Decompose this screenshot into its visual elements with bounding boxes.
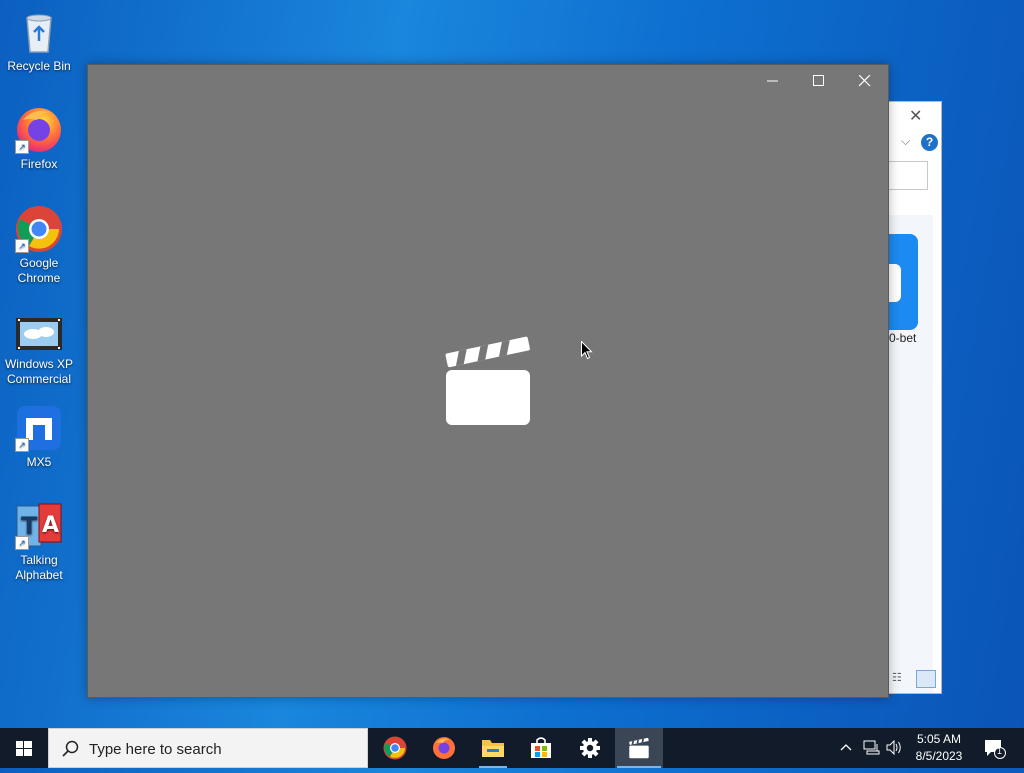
- taskbar-store[interactable]: [517, 728, 565, 768]
- preview-view-icon[interactable]: [916, 670, 936, 688]
- windows-logo-icon: [16, 741, 32, 756]
- details-view-icon[interactable]: ☷: [892, 671, 902, 684]
- desktop-icon-label: Talking Alphabet: [15, 553, 63, 582]
- clock-time: 5:05 AM: [916, 732, 962, 746]
- taskbar-settings[interactable]: [566, 728, 614, 768]
- help-icon[interactable]: ?: [921, 134, 938, 151]
- desktop-icon-label: Firefox: [20, 157, 58, 171]
- desktop-icon-firefox[interactable]: ↗ Firefox: [4, 106, 74, 172]
- text-field[interactable]: [889, 161, 928, 190]
- desktop-icon-google-chrome[interactable]: ↗ Google Chrome: [4, 205, 74, 286]
- shortcut-arrow-icon: ↗: [15, 536, 29, 550]
- background-dialog-window[interactable]: ✕ ⌵ ? 0-bet ☷: [888, 101, 942, 694]
- desktop-icon-label: Recycle Bin: [7, 59, 71, 73]
- store-icon: [531, 737, 551, 758]
- settings-icon: [580, 738, 600, 758]
- speaker-icon: [886, 740, 901, 755]
- maximize-icon: [813, 75, 824, 86]
- desktop-icon-label: Windows XP Commercial: [4, 357, 74, 386]
- svg-text:A: A: [42, 513, 59, 538]
- clock[interactable]: 5:05 AM 8/5/2023: [905, 731, 973, 765]
- file-tile-inner: [889, 264, 901, 302]
- close-button[interactable]: [842, 65, 888, 97]
- chevron-down-icon[interactable]: ⌵: [901, 134, 910, 149]
- taskbar-movies-tv[interactable]: [615, 728, 663, 768]
- shortcut-arrow-icon: ↗: [15, 438, 29, 452]
- taskbar-file-explorer[interactable]: [469, 728, 517, 768]
- network-icon: [863, 740, 880, 755]
- desktop-icon-mx5[interactable]: ↗ MX5: [4, 404, 74, 470]
- file-tile-label: 0-bet: [889, 331, 917, 345]
- notification-count: 1: [997, 746, 1003, 756]
- search-icon: [62, 740, 79, 757]
- desktop-icon-recycle-bin[interactable]: Recycle Bin: [4, 8, 74, 74]
- chrome-icon: ↗: [15, 205, 63, 253]
- firefox-icon: [433, 737, 455, 759]
- network-button[interactable]: [861, 728, 881, 768]
- search-placeholder: Type here to search: [89, 741, 222, 758]
- recycle-bin-icon: [15, 8, 63, 56]
- chrome-icon: [383, 736, 407, 760]
- volume-button[interactable]: [884, 728, 904, 768]
- mouse-cursor-icon: [581, 340, 593, 365]
- clock-date: 8/5/2023: [915, 749, 963, 763]
- show-hidden-icons-button[interactable]: [838, 728, 854, 768]
- taskbar: Type here to search 5:05 AM 8/5/2023 1: [0, 728, 1024, 768]
- taskbar-chrome[interactable]: [371, 728, 419, 768]
- file-tile-icon[interactable]: [889, 234, 918, 330]
- desktop-icon-label: MX5: [26, 455, 52, 469]
- maximize-button[interactable]: [796, 65, 842, 97]
- minimize-icon: [767, 80, 778, 82]
- close-icon[interactable]: ✕: [909, 106, 922, 126]
- minimize-button[interactable]: [750, 65, 796, 97]
- video-file-icon: [15, 314, 63, 354]
- maxthon-icon: ↗: [15, 404, 63, 452]
- notification-icon: [985, 740, 1006, 759]
- desktop-icon-talking-alphabet[interactable]: T A ↗ Talking Alphabet: [4, 502, 74, 583]
- clapperboard-icon: [443, 333, 533, 433]
- desktop-icon-windows-xp-commercial[interactable]: Windows XP Commercial: [4, 314, 74, 387]
- action-center-button[interactable]: 1: [980, 728, 1010, 768]
- shortcut-arrow-icon: ↗: [15, 140, 29, 154]
- firefox-icon: ↗: [15, 106, 63, 154]
- talking-alphabet-icon: T A ↗: [15, 502, 63, 550]
- start-button[interactable]: [0, 728, 48, 768]
- file-explorer-icon: [482, 740, 504, 757]
- desktop-icon-label: Google Chrome: [17, 256, 61, 285]
- movies-tv-icon: [629, 737, 649, 759]
- shortcut-arrow-icon: ↗: [15, 239, 29, 253]
- close-icon: [859, 75, 871, 87]
- movies-tv-window[interactable]: [87, 64, 889, 698]
- chevron-up-icon: [840, 744, 852, 751]
- taskbar-firefox[interactable]: [420, 728, 468, 768]
- search-box[interactable]: Type here to search: [48, 728, 368, 768]
